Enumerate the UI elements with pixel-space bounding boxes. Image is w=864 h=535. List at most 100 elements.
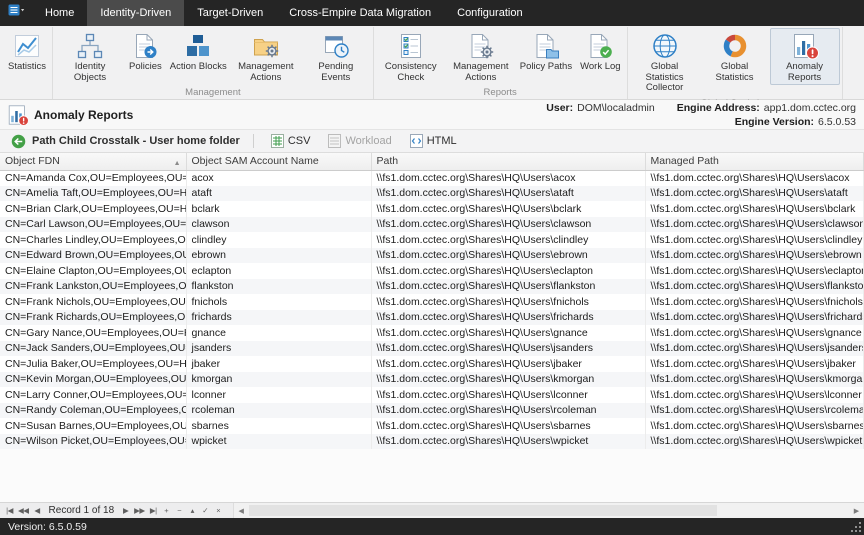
workload-button[interactable]: Workload <box>320 132 399 150</box>
ribbon-button-management-actions[interactable]: Management Actions <box>231 28 301 85</box>
scrollbar-thumb[interactable] <box>249 505 717 516</box>
table-header-row: ▲ Object FDN Object SAM Account Name Pat… <box>0 153 864 170</box>
table-row[interactable]: CN=Frank Richards,OU=Employees,OU=HQ,OU=… <box>0 310 864 326</box>
table-row[interactable]: CN=Frank Nichols,OU=Employees,OU=HQ,OU=d… <box>0 294 864 310</box>
ribbon-button-global-statistics-collector[interactable]: Global Statistics Collector <box>630 28 700 96</box>
tab-home[interactable]: Home <box>32 0 87 26</box>
tab-configuration[interactable]: Configuration <box>444 0 535 26</box>
ribbon-group-global-statistics: Global Statistics Collector Global Stati… <box>628 27 843 99</box>
engine-info: User:DOM\localadmin Engine Address:app1.… <box>546 101 856 129</box>
ribbon-button-work-log[interactable]: Work Log <box>576 28 624 75</box>
column-header-managed-path[interactable]: Managed Path <box>645 153 864 170</box>
work-log-icon <box>586 32 614 60</box>
global-statistics-icon <box>721 32 749 60</box>
sort-ascending-icon: ▲ <box>174 160 181 167</box>
horizontal-scrollbar[interactable]: ◀ ▶ <box>233 503 864 518</box>
table-row[interactable]: CN=Julia Baker,OU=Employees,OU=HQ,OU=dom… <box>0 356 864 372</box>
global-statistics-collector-icon <box>651 32 679 60</box>
table-row[interactable]: CN=Wilson Picket,OU=Employees,OU=HQ,OU=d… <box>0 434 864 450</box>
cell-managed-path: \\fs1.dom.cctec.org\Shares\HQ\Users\rcol… <box>645 403 864 419</box>
cell-object-fdn: CN=Susan Barnes,OU=Employees,OU=HQ,OU=do… <box>0 418 186 434</box>
tab-target-driven[interactable]: Target-Driven <box>184 0 276 26</box>
cell-managed-path: \\fs1.dom.cctec.org\Shares\HQ\Users\lcon… <box>645 387 864 403</box>
column-header-object-sam-account-name[interactable]: Object SAM Account Name <box>186 153 371 170</box>
report-title-text: Path Child Crosstalk - User home folder <box>32 135 240 147</box>
ribbon-button-policy-paths[interactable]: Policy Paths <box>516 28 576 75</box>
cell-object-fdn: CN=Larry Conner,OU=Employees,OU=HQ,OU=do… <box>0 387 186 403</box>
statistics-icon <box>13 32 41 60</box>
action-blocks-icon <box>184 32 212 60</box>
previous-record-button[interactable]: ◀ <box>31 506 44 515</box>
cell-object-fdn: CN=Frank Richards,OU=Employees,OU=HQ,OU=… <box>0 310 186 326</box>
table-row[interactable]: CN=Jack Sanders,OU=Employees,OU=HQ,OU=do… <box>0 341 864 357</box>
ribbon-button-anomaly-reports[interactable]: Anomaly Reports <box>770 28 840 85</box>
table-row[interactable]: CN=Kevin Morgan,OU=Employees,OU=HQ,OU=do… <box>0 372 864 388</box>
delete-record-button[interactable]: − <box>173 506 186 515</box>
ribbon-group-reports: Consistency Check Management Actions <box>374 27 628 99</box>
last-record-button[interactable]: ▶| <box>147 506 160 515</box>
cancel-edit-button[interactable]: × <box>212 506 225 515</box>
cell-path: \\fs1.dom.cctec.org\Shares\HQ\Users\fnic… <box>371 294 645 310</box>
tab-cross-empire-data-migration[interactable]: Cross-Empire Data Migration <box>276 0 444 26</box>
next-record-button[interactable]: ▶ <box>119 506 132 515</box>
table-row[interactable]: CN=Charles Lindley,OU=Employees,OU=HQ,OU… <box>0 232 864 248</box>
end-edit-button[interactable]: ✓ <box>199 506 212 515</box>
cell-managed-path: \\fs1.dom.cctec.org\Shares\HQ\Users\fnic… <box>645 294 864 310</box>
table-row[interactable]: CN=Brian Clark,OU=Employees,OU=HQ,OU=dom… <box>0 201 864 217</box>
table-row[interactable]: CN=Carl Lawson,OU=Employees,OU=HQ,OU=dom… <box>0 217 864 233</box>
cell-object-sam-account-name: gnance <box>186 325 371 341</box>
scroll-left-icon[interactable]: ◀ <box>234 507 249 515</box>
ribbon: Statistics <box>0 26 864 100</box>
table-row[interactable]: CN=Elaine Clapton,OU=Employees,OU=HQ,OU=… <box>0 263 864 279</box>
scrollbar-track[interactable] <box>249 503 849 518</box>
ribbon-button-management-actions-report[interactable]: Management Actions <box>446 28 516 85</box>
table-row[interactable]: CN=Amelia Taft,OU=Employees,OU=HQ,OU=dom… <box>0 186 864 202</box>
next-page-button[interactable]: ▶▶ <box>132 506 147 515</box>
cell-path: \\fs1.dom.cctec.org\Shares\HQ\Users\kmor… <box>371 372 645 388</box>
edit-record-button[interactable]: ▴ <box>186 506 199 515</box>
cell-object-fdn: CN=Wilson Picket,OU=Employees,OU=HQ,OU=d… <box>0 434 186 450</box>
column-header-path[interactable]: Path <box>371 153 645 170</box>
ribbon-button-statistics[interactable]: Statistics <box>4 28 50 75</box>
column-header-object-fdn[interactable]: ▲ Object FDN <box>0 153 186 170</box>
cell-path: \\fs1.dom.cctec.org\Shares\HQ\Users\ecla… <box>371 263 645 279</box>
management-actions-icon <box>252 32 280 60</box>
table-row[interactable]: CN=Gary Nance,OU=Employees,OU=HQ,OU=dom,… <box>0 325 864 341</box>
cell-object-fdn: CN=Amelia Taft,OU=Employees,OU=HQ,OU=dom… <box>0 186 186 202</box>
first-record-button[interactable]: |◀ <box>3 506 16 515</box>
ribbon-button-identity-objects[interactable]: Identity Objects <box>55 28 125 85</box>
user-info: User:DOM\localadmin <box>546 101 654 115</box>
table-row[interactable]: CN=Amanda Cox,OU=Employees,OU=HQ,OU=dom,… <box>0 170 864 186</box>
previous-page-button[interactable]: ◀◀ <box>16 506 31 515</box>
cell-object-sam-account-name: sbarnes <box>186 418 371 434</box>
cell-object-sam-account-name: clindley <box>186 232 371 248</box>
cell-managed-path: \\fs1.dom.cctec.org\Shares\HQ\Users\ecla… <box>645 263 864 279</box>
cell-object-sam-account-name: lconner <box>186 387 371 403</box>
status-bar: Version: 6.5.0.59 <box>0 518 864 535</box>
cell-managed-path: \\fs1.dom.cctec.org\Shares\HQ\Users\jsan… <box>645 341 864 357</box>
append-record-button[interactable]: + <box>160 506 173 515</box>
table-row[interactable]: CN=Larry Conner,OU=Employees,OU=HQ,OU=do… <box>0 387 864 403</box>
table-row[interactable]: CN=Susan Barnes,OU=Employees,OU=HQ,OU=do… <box>0 418 864 434</box>
ribbon-button-consistency-check[interactable]: Consistency Check <box>376 28 446 85</box>
ribbon-button-pending-events[interactable]: Pending Events <box>301 28 371 85</box>
ribbon-button-global-statistics[interactable]: Global Statistics <box>700 28 770 85</box>
tab-identity-driven[interactable]: Identity-Driven <box>87 0 184 26</box>
resize-grip-icon[interactable] <box>850 521 861 532</box>
cell-object-fdn: CN=Elaine Clapton,OU=Employees,OU=HQ,OU=… <box>0 263 186 279</box>
toolbar-separator <box>253 134 254 148</box>
ribbon-button-policies[interactable]: Policies <box>125 28 166 75</box>
application-menu-button[interactable] <box>0 0 32 26</box>
table-row[interactable]: CN=Frank Lankston,OU=Employees,OU=HQ,OU=… <box>0 279 864 295</box>
csv-export-button[interactable]: CSV <box>263 132 319 150</box>
html-export-button[interactable]: HTML <box>402 132 465 150</box>
cell-managed-path: \\fs1.dom.cctec.org\Shares\HQ\Users\fric… <box>645 310 864 326</box>
scroll-right-icon[interactable]: ▶ <box>849 507 864 515</box>
policies-icon <box>131 32 159 60</box>
back-button[interactable]: Path Child Crosstalk - User home folder <box>7 133 244 150</box>
cell-object-fdn: CN=Jack Sanders,OU=Employees,OU=HQ,OU=do… <box>0 341 186 357</box>
cell-managed-path: \\fs1.dom.cctec.org\Shares\HQ\Users\clin… <box>645 232 864 248</box>
table-row[interactable]: CN=Edward Brown,OU=Employees,OU=HQ,OU=do… <box>0 248 864 264</box>
ribbon-button-action-blocks[interactable]: Action Blocks <box>166 28 231 75</box>
table-row[interactable]: CN=Randy Coleman,OU=Employees,OU=HQ,OU=d… <box>0 403 864 419</box>
